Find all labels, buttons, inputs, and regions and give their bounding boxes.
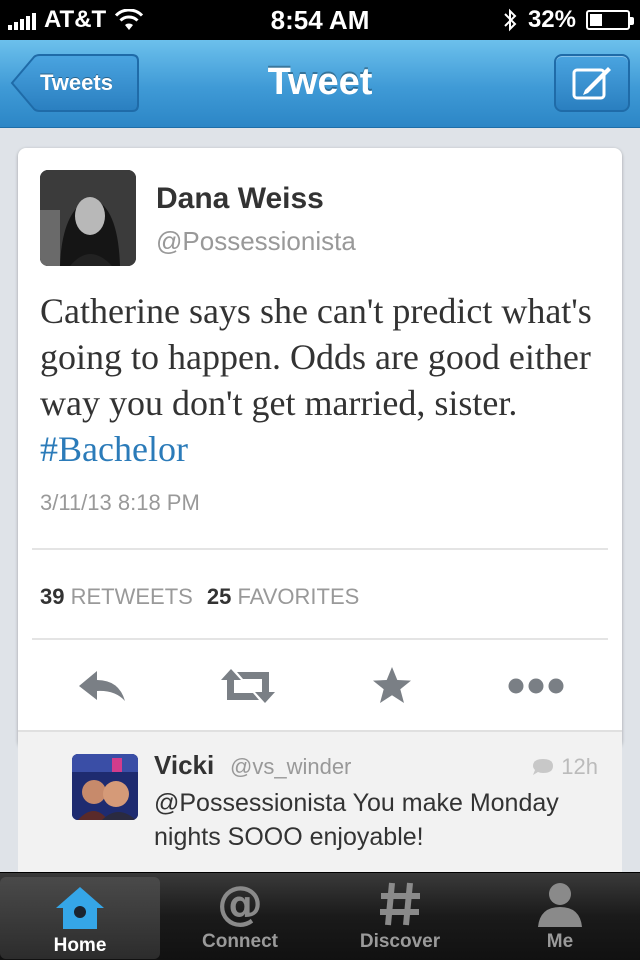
tab-connect[interactable]: @ Connect xyxy=(160,873,320,960)
status-bar: AT&T 8:54 AM 32% xyxy=(0,0,640,40)
favorite-button[interactable] xyxy=(352,654,432,718)
battery-icon xyxy=(586,10,634,30)
reply-time-label: 12h xyxy=(561,754,598,779)
tab-me[interactable]: Me xyxy=(480,873,640,960)
page-title: Tweet xyxy=(267,61,373,103)
favorite-star-icon xyxy=(373,667,411,703)
tab-connect-label: Connect xyxy=(202,931,278,952)
author-avatar[interactable] xyxy=(40,170,136,266)
tweet-timestamp: 3/11/13 8:18 PM xyxy=(40,490,200,515)
tab-me-label: Me xyxy=(546,931,574,952)
divider xyxy=(32,548,608,550)
home-icon xyxy=(56,887,104,929)
replies-section: Vicki @vs_winder 12h @Possessionista You… xyxy=(18,730,622,872)
tweet-stats: 39 RETWEETS 25 FAVORITES xyxy=(40,584,359,610)
tab-home-label: Home xyxy=(53,935,107,956)
retweets-label: RETWEETS xyxy=(70,584,193,609)
retweets-count: 39 xyxy=(40,584,65,609)
author-handle[interactable]: @Possessionista xyxy=(156,226,356,257)
author-name[interactable]: Dana Weiss xyxy=(156,182,324,216)
divider xyxy=(32,638,608,640)
reply-icon xyxy=(79,671,125,701)
tab-home[interactable]: Home xyxy=(0,877,160,959)
battery-level-fill xyxy=(590,14,602,26)
svg-text:@: @ xyxy=(217,879,263,929)
status-right: 32% xyxy=(502,0,634,40)
battery-percent: 32% xyxy=(527,6,576,33)
compose-button[interactable] xyxy=(554,54,630,112)
compose-icon xyxy=(572,67,611,100)
reply-text: @Possessionista You make Monday nights S… xyxy=(154,789,559,851)
tweet-body: Catherine says she can't predict what's … xyxy=(40,291,592,423)
retweet-icon xyxy=(221,669,275,703)
favorites-label: FAVORITES xyxy=(237,584,360,609)
reply-avatar[interactable] xyxy=(72,754,138,820)
tab-discover[interactable]: Discover xyxy=(320,873,480,960)
tweet-card: Dana Weiss @Possessionista Catherine say… xyxy=(18,148,622,748)
bluetooth-icon xyxy=(504,8,517,32)
retweets-stat[interactable]: 39 RETWEETS xyxy=(40,584,193,609)
more-dots-icon xyxy=(508,678,564,694)
at-icon: @ xyxy=(217,879,263,929)
retweet-button[interactable] xyxy=(208,654,288,718)
favorites-stat[interactable]: 25 FAVORITES xyxy=(207,584,359,609)
person-icon xyxy=(538,883,582,927)
hashtag-link[interactable]: #Bachelor xyxy=(40,429,188,469)
navigation-bar: Tweets Tweet xyxy=(0,40,640,128)
more-button[interactable] xyxy=(496,654,576,718)
reply-author-name[interactable]: Vicki xyxy=(154,750,214,781)
favorites-count: 25 xyxy=(206,584,232,609)
reply-author-photo xyxy=(72,754,138,820)
hash-icon xyxy=(380,882,420,926)
author-photo xyxy=(40,170,136,266)
reply-author-handle[interactable]: @vs_winder xyxy=(230,754,351,780)
reply-timestamp: 12h xyxy=(531,754,598,780)
speech-bubble-icon xyxy=(533,759,554,775)
tweet-text: Catherine says she can't predict what's … xyxy=(40,288,600,472)
reply-button[interactable] xyxy=(62,654,142,718)
tweet-actions xyxy=(18,654,622,718)
tab-bar: Home @ Connect Discover Me xyxy=(0,872,640,960)
tab-discover-label: Discover xyxy=(359,931,441,952)
